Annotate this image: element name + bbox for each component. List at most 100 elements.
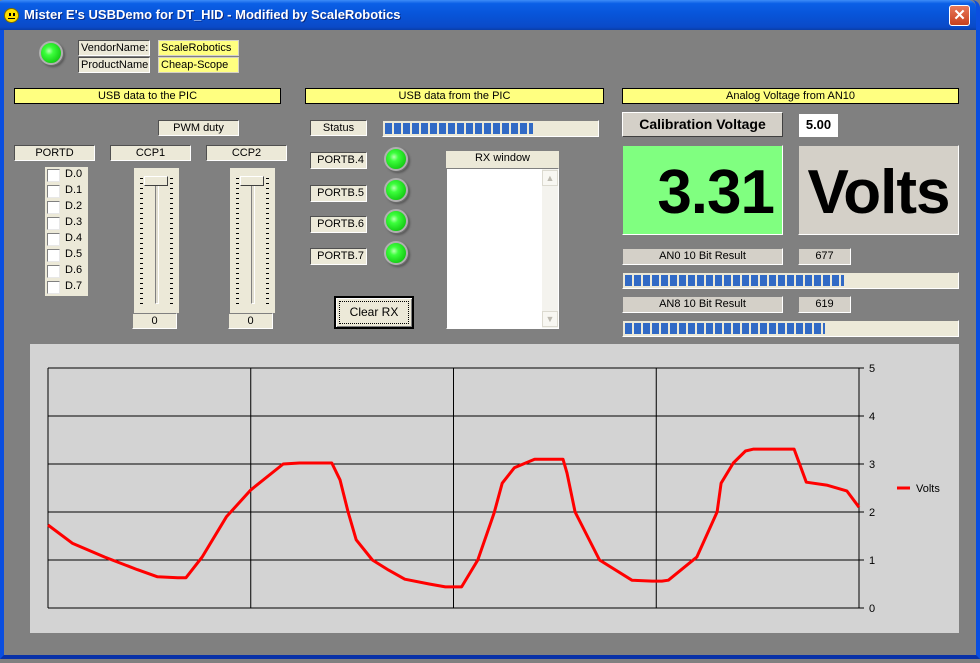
from-pic-banner: USB data from the PIC (305, 88, 604, 104)
scroll-up-icon[interactable]: ▲ (542, 170, 558, 186)
portd-bit-0-checkbox[interactable]: D.0 (45, 167, 88, 183)
slider-tick (140, 253, 143, 254)
checkbox-box[interactable] (47, 249, 60, 262)
slider-thumb[interactable] (240, 176, 264, 186)
portb5-led-icon (384, 178, 408, 202)
slider-tick (236, 178, 239, 179)
slider-tick (266, 303, 269, 304)
rx-window-textarea[interactable]: ▲ ▼ (446, 168, 559, 329)
slider-tick (170, 268, 173, 269)
slider-tick (170, 253, 173, 254)
window-title: Mister E's USBDemo for DT_HID - Modified… (24, 7, 401, 22)
checkbox-box[interactable] (47, 201, 60, 214)
portd-bit-3-checkbox[interactable]: D.3 (45, 215, 88, 231)
slider-tick (140, 268, 143, 269)
slider-tick (140, 203, 143, 204)
slider-track[interactable] (251, 176, 255, 304)
connection-led-icon (39, 41, 63, 65)
slider-tick (140, 228, 143, 229)
slider-tick (236, 233, 239, 234)
checkbox-box[interactable] (47, 169, 60, 182)
slider-tick (170, 198, 173, 199)
slider-tick (266, 228, 269, 229)
slider-tick (236, 253, 239, 254)
slider-tick (170, 188, 173, 189)
unit-display: Volts (798, 145, 959, 235)
checkbox-label: D.6 (65, 264, 83, 276)
slider-ticks (140, 178, 143, 306)
slider-tick (170, 283, 173, 284)
slider-tick (170, 303, 173, 304)
checkbox-box[interactable] (47, 185, 60, 198)
checkbox-label: D.4 (65, 232, 83, 244)
slider-tick (170, 228, 173, 229)
ccp1-slider[interactable] (134, 168, 179, 313)
slider-tick (140, 183, 143, 184)
checkbox-label: D.5 (65, 248, 83, 260)
slider-tick (140, 223, 143, 224)
portb4-label: PORTB.4 (310, 152, 367, 169)
slider-track[interactable] (155, 176, 159, 304)
slider-tick (170, 178, 173, 179)
checkbox-box[interactable] (47, 217, 60, 230)
checkbox-label: D.1 (65, 184, 83, 196)
rx-scrollbar[interactable]: ▲ ▼ (542, 169, 558, 328)
calibration-voltage-input[interactable]: 5.00 (798, 113, 838, 137)
close-button[interactable]: ✕ (949, 5, 970, 26)
an8-result-value: 619 (798, 296, 851, 313)
an0-progress-bar (622, 272, 959, 289)
slider-tick (266, 268, 269, 269)
slider-tick (170, 183, 173, 184)
slider-tick (236, 238, 239, 239)
slider-tick (140, 178, 143, 179)
slider-tick (170, 278, 173, 279)
slider-thumb[interactable] (144, 176, 168, 186)
checkbox-label: D.7 (65, 280, 83, 292)
voltage-display: 3.31 (622, 145, 783, 235)
slider-tick (140, 243, 143, 244)
portd-bit-4-checkbox[interactable]: D.4 (45, 231, 88, 247)
portd-bit-7-checkbox[interactable]: D.7 (45, 279, 88, 295)
an0-result-value: 677 (798, 248, 851, 265)
slider-tick (266, 283, 269, 284)
slider-tick (266, 198, 269, 199)
slider-tick (236, 203, 239, 204)
title-bar[interactable]: Mister E's USBDemo for DT_HID - Modified… (0, 0, 976, 30)
status-label: Status (310, 120, 367, 136)
slider-tick (266, 183, 269, 184)
ccp2-slider[interactable] (230, 168, 275, 313)
scroll-down-icon[interactable]: ▼ (542, 311, 558, 327)
slider-tick (170, 288, 173, 289)
checkbox-box[interactable] (47, 265, 60, 278)
slider-tick (170, 233, 173, 234)
slider-tick (266, 193, 269, 194)
slider-tick (236, 268, 239, 269)
portb7-led-icon (384, 241, 408, 265)
slider-tick (170, 248, 173, 249)
slider-tick (266, 238, 269, 239)
portd-bit-2-checkbox[interactable]: D.2 (45, 199, 88, 215)
y-tick-label: 1 (869, 555, 875, 567)
clear-rx-button[interactable]: Clear RX (334, 296, 414, 329)
slider-tick (236, 283, 239, 284)
portd-bit-6-checkbox[interactable]: D.6 (45, 263, 88, 279)
slider-tick (170, 263, 173, 264)
y-tick-label: 2 (869, 507, 875, 519)
checkbox-box[interactable] (47, 281, 60, 294)
slider-tick (140, 258, 143, 259)
slider-tick (236, 183, 239, 184)
slider-tick (140, 218, 143, 219)
slider-tick (236, 258, 239, 259)
y-tick-label: 4 (869, 411, 875, 423)
slider-tick (266, 298, 269, 299)
portd-bit-1-checkbox[interactable]: D.1 (45, 183, 88, 199)
smiley-app-icon (4, 8, 19, 23)
portd-bit-5-checkbox[interactable]: D.5 (45, 247, 88, 263)
slider-tick (266, 213, 269, 214)
slider-tick (266, 278, 269, 279)
an0-result-label: AN0 10 Bit Result (622, 248, 783, 265)
portb5-label: PORTB.5 (310, 185, 367, 202)
slider-tick (140, 263, 143, 264)
slider-tick (140, 278, 143, 279)
checkbox-box[interactable] (47, 233, 60, 246)
